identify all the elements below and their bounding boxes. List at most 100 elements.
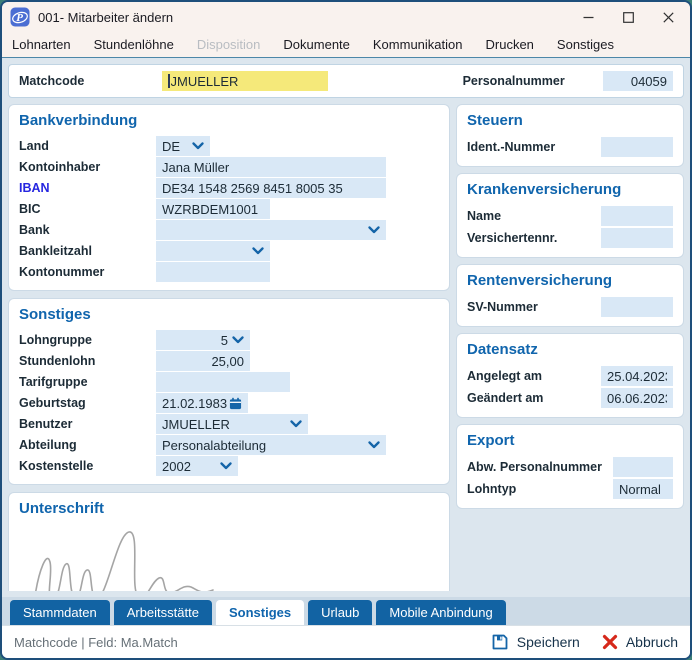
panel-bankverbindung: Bankverbindung Land DE Kontoinhaber Jana… — [8, 104, 450, 291]
chevron-down-icon[interactable] — [232, 336, 244, 344]
personalnummer-field[interactable]: 04059 — [603, 71, 673, 91]
bic-label: BIC — [19, 202, 156, 216]
chevron-down-icon[interactable] — [252, 247, 264, 255]
stundenlohn-label: Stundenlohn — [19, 354, 156, 368]
tarifgruppe-label: Tarifgruppe — [19, 375, 156, 389]
menu-bar: Lohnarten Stundenlöhne Disposition Dokum… — [2, 32, 690, 58]
matchcode-bar: Matchcode JMUELLER Personalnummer 04059 — [8, 64, 684, 98]
sv-nummer-field[interactable] — [601, 297, 673, 317]
iban-label[interactable]: IBAN — [19, 181, 156, 195]
chevron-down-icon[interactable] — [220, 462, 232, 470]
panel-sonstiges: Sonstiges Lohngruppe 5 Stundenlohn 25,00 — [8, 298, 450, 485]
chevron-down-icon[interactable] — [368, 226, 380, 234]
angelegt-am-field: 25.04.2023 — [601, 366, 673, 386]
lohntyp-field[interactable]: Normal — [613, 479, 673, 499]
menu-disposition: Disposition — [197, 37, 261, 52]
panel-rentenversicherung: Rentenversicherung SV-Nummer — [456, 264, 684, 327]
matchcode-input[interactable]: JMUELLER — [162, 71, 328, 91]
kontoinhaber-label: Kontoinhaber — [19, 160, 156, 174]
kv-name-field[interactable] — [601, 206, 673, 226]
matchcode-label: Matchcode — [19, 74, 162, 88]
kontonummer-label: Kontonummer — [19, 265, 156, 279]
lohngruppe-select[interactable]: 5 — [156, 330, 250, 350]
ident-nummer-field[interactable] — [601, 137, 673, 157]
calendar-icon[interactable] — [229, 397, 242, 410]
kontoinhaber-field[interactable]: Jana Müller — [156, 157, 386, 177]
app-window: P 001- Mitarbeiter ändern Lohnarten Stun… — [0, 0, 692, 660]
export-title: Export — [467, 432, 673, 449]
maximize-button[interactable] — [608, 2, 648, 32]
signature-image — [23, 524, 233, 591]
menu-drucken[interactable]: Drucken — [486, 37, 534, 52]
benutzer-label: Benutzer — [19, 417, 156, 431]
content-area: Matchcode JMUELLER Personalnummer 04059 … — [2, 58, 690, 597]
chevron-down-icon[interactable] — [290, 420, 302, 428]
krankenversicherung-title: Krankenversicherung — [467, 181, 673, 198]
benutzer-select[interactable]: JMUELLER — [156, 414, 308, 434]
geaendert-am-field: 06.06.2023 — [601, 388, 673, 408]
lohngruppe-label: Lohngruppe — [19, 333, 156, 347]
sonstiges-title: Sonstiges — [19, 306, 439, 323]
panel-unterschrift: Unterschrift — [8, 492, 450, 591]
abw-personalnummer-field[interactable] — [613, 457, 673, 477]
bank-label: Bank — [19, 223, 156, 237]
chevron-down-icon[interactable] — [368, 441, 380, 449]
panel-export: Export Abw. Personalnummer Lohntyp Norma… — [456, 424, 684, 509]
menu-stundenloehne[interactable]: Stundenlöhne — [94, 37, 174, 52]
menu-lohnarten[interactable]: Lohnarten — [12, 37, 71, 52]
personalnummer-label: Personalnummer — [463, 74, 565, 88]
geburtstag-field[interactable]: 21.02.1983 — [156, 393, 248, 413]
abteilung-label: Abteilung — [19, 438, 156, 452]
angelegt-am-label: Angelegt am — [467, 369, 601, 383]
panel-krankenversicherung: Krankenversicherung Name Versichertennr. — [456, 173, 684, 258]
datensatz-title: Datensatz — [467, 341, 673, 358]
kostenstelle-label: Kostenstelle — [19, 459, 156, 473]
versichertennr-field[interactable] — [601, 228, 673, 248]
tab-urlaub[interactable]: Urlaub — [308, 600, 372, 625]
tab-stammdaten[interactable]: Stammdaten — [10, 600, 110, 625]
bankleitzahl-select[interactable] — [156, 241, 270, 261]
window-title: 001- Mitarbeiter ändern — [38, 10, 173, 25]
land-select[interactable]: DE — [156, 136, 210, 156]
cancel-x-icon — [602, 634, 618, 650]
menu-sonstiges[interactable]: Sonstiges — [557, 37, 614, 52]
app-logo-icon: P — [10, 7, 30, 27]
close-icon — [663, 12, 674, 23]
abteilung-select[interactable]: Personalabteilung — [156, 435, 386, 455]
tab-mobile-anbindung[interactable]: Mobile Anbindung — [376, 600, 505, 625]
steuern-title: Steuern — [467, 112, 673, 129]
minimize-button[interactable] — [568, 2, 608, 32]
menu-kommunikation[interactable]: Kommunikation — [373, 37, 463, 52]
tab-strip: Stammdaten Arbeitsstätte Sonstiges Urlau… — [2, 597, 690, 625]
kv-name-label: Name — [467, 209, 601, 223]
geaendert-am-label: Geändert am — [467, 391, 601, 405]
tab-arbeitsstaette[interactable]: Arbeitsstätte — [114, 600, 212, 625]
save-floppy-icon — [491, 633, 509, 651]
chevron-down-icon[interactable] — [192, 142, 204, 150]
text-caret — [168, 74, 170, 88]
geburtstag-label: Geburtstag — [19, 396, 156, 410]
bankleitzahl-label: Bankleitzahl — [19, 244, 156, 258]
iban-field[interactable]: DE34 1548 2569 8451 8005 35 — [156, 178, 386, 198]
land-label: Land — [19, 139, 156, 153]
unterschrift-title: Unterschrift — [19, 500, 439, 517]
status-field-info: Matchcode | Feld: Ma.Match — [14, 635, 178, 650]
bic-field[interactable]: WZRBDEM1001 — [156, 199, 270, 219]
lohntyp-label: Lohntyp — [467, 482, 613, 496]
minimize-icon — [583, 12, 594, 23]
cancel-button[interactable]: Abbruch — [602, 634, 678, 650]
abw-personalnummer-label: Abw. Personalnummer — [467, 460, 613, 474]
bank-select[interactable] — [156, 220, 386, 240]
panel-steuern: Steuern Ident.-Nummer — [456, 104, 684, 167]
stundenlohn-field[interactable]: 25,00 — [156, 351, 250, 371]
menu-dokumente[interactable]: Dokumente — [283, 37, 349, 52]
sv-nummer-label: SV-Nummer — [467, 300, 601, 314]
kostenstelle-select[interactable]: 2002 — [156, 456, 238, 476]
tab-sonstiges[interactable]: Sonstiges — [216, 600, 304, 625]
kontonummer-field[interactable] — [156, 262, 270, 282]
close-button[interactable] — [648, 2, 688, 32]
tarifgruppe-field[interactable] — [156, 372, 290, 392]
versichertennr-label: Versichertennr. — [467, 231, 601, 245]
save-button[interactable]: Speichern — [491, 633, 580, 651]
status-bar: Matchcode | Feld: Ma.Match Speichern Abb… — [2, 625, 690, 658]
